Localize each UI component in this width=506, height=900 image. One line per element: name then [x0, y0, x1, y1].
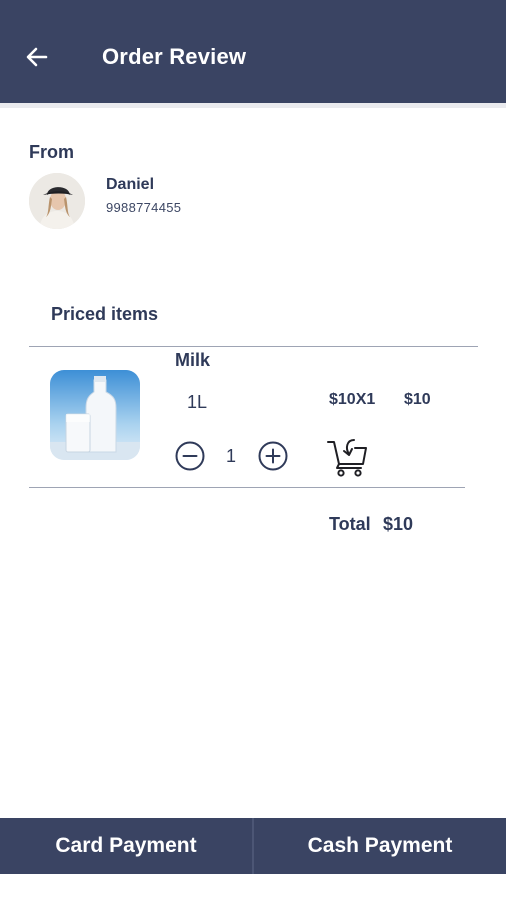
- avatar: [29, 173, 85, 229]
- cart-return-icon: [327, 439, 367, 477]
- sender-phone: 9988774455: [106, 200, 182, 215]
- plus-circle-icon: [258, 441, 288, 471]
- sender-name: Daniel: [106, 176, 155, 193]
- minus-circle-icon: [175, 441, 205, 471]
- user-photo: [29, 173, 85, 229]
- divider: [29, 487, 465, 488]
- back-button[interactable]: [18, 38, 56, 76]
- unit-price-calculation: $10X1: [329, 391, 376, 408]
- decrease-quantity-button[interactable]: [174, 440, 206, 472]
- item-name: Milk: [175, 350, 211, 370]
- cash-payment-button[interactable]: Cash Payment: [254, 818, 506, 874]
- app-header: Order Review: [0, 0, 506, 108]
- remove-from-cart-button[interactable]: [325, 434, 369, 478]
- divider: [29, 346, 478, 347]
- from-label: From: [29, 142, 74, 162]
- item-size: 1L: [187, 392, 208, 412]
- payment-footer: Card Payment Cash Payment: [0, 818, 506, 874]
- total-label: Total: [329, 514, 371, 534]
- quantity-value: 1: [225, 446, 236, 466]
- milk-image: [50, 370, 140, 460]
- total-value: $10: [383, 514, 414, 534]
- card-payment-button[interactable]: Card Payment: [0, 818, 252, 874]
- line-price: $10: [404, 391, 431, 408]
- page-title: Order Review: [102, 44, 247, 69]
- increase-quantity-button[interactable]: [257, 440, 289, 472]
- item-image: [50, 370, 140, 460]
- priced-items-title: Priced items: [51, 304, 159, 324]
- arrow-left-icon: [26, 47, 48, 67]
